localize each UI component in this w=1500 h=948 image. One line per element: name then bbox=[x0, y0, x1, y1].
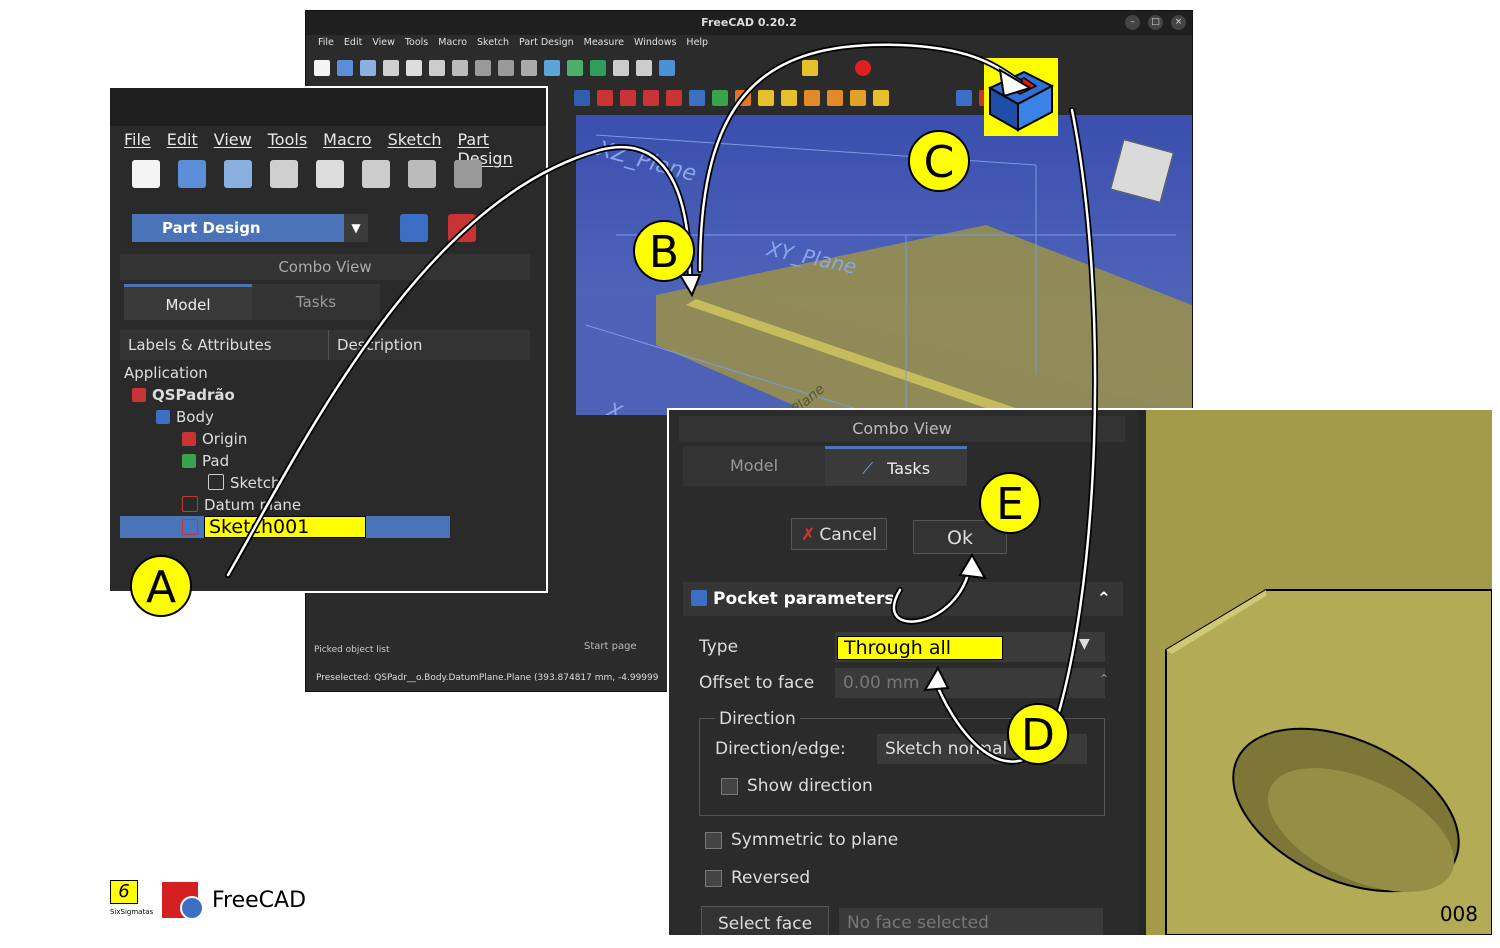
branding: 6 SixSigmatas FreeCAD bbox=[110, 880, 306, 920]
callout-a: A bbox=[130, 555, 192, 617]
callout-c: C bbox=[908, 130, 970, 192]
callout-b: B bbox=[633, 220, 695, 282]
freecad-name: FreeCAD bbox=[212, 887, 307, 913]
sixsigmatas-mark-icon: 6 bbox=[110, 880, 138, 904]
freecad-logo-icon bbox=[162, 882, 204, 920]
sixsigmatas-logo: 6 SixSigmatas bbox=[110, 880, 154, 920]
sixsigmatas-label: SixSigmatas bbox=[110, 908, 154, 916]
callout-arrows bbox=[225, 41, 1099, 765]
callout-d: D bbox=[1007, 703, 1069, 765]
page-number: 008 bbox=[1439, 902, 1478, 926]
gear-icon bbox=[180, 896, 204, 920]
callout-e: E bbox=[979, 472, 1041, 534]
